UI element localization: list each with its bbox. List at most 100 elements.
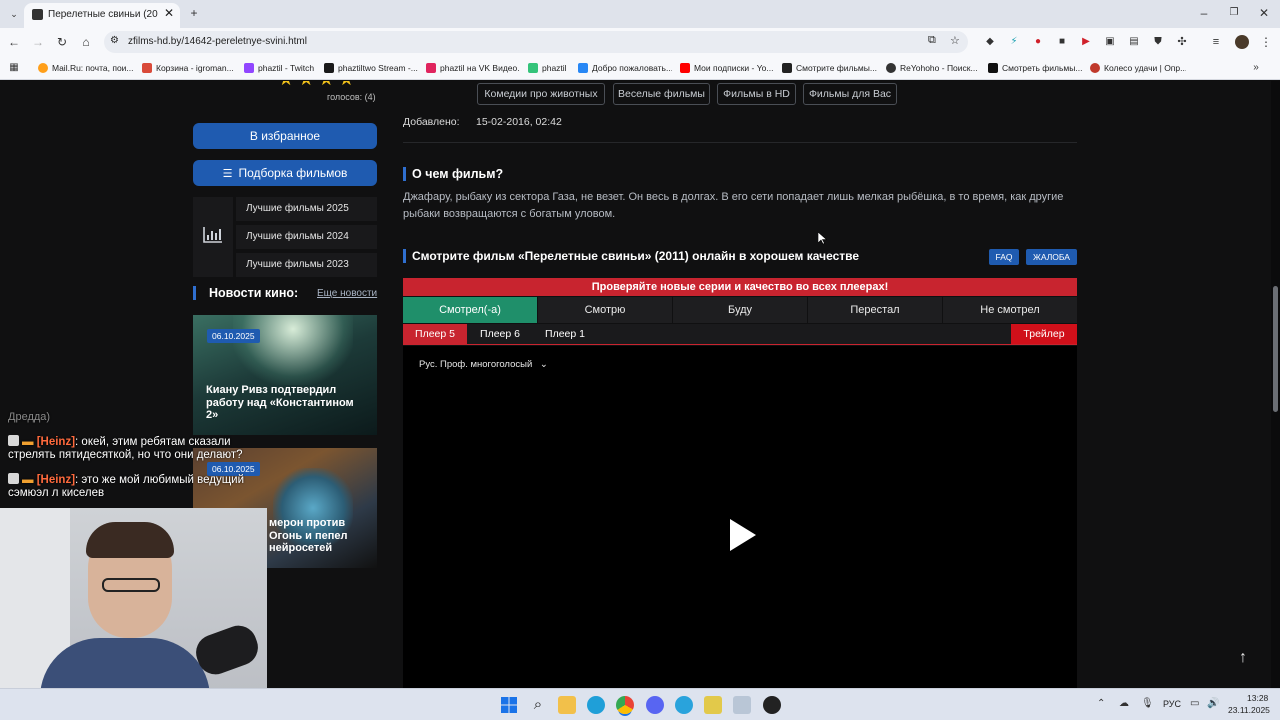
reload-icon[interactable]: ↻ — [54, 35, 70, 49]
tab-search-icon[interactable]: ⌄ — [6, 7, 22, 21]
news-card-1[interactable]: 06.10.2025 Киану Ривз подтвердил работу … — [193, 315, 377, 435]
bookmark-item[interactable]: Корзина - igroman... — [142, 61, 238, 75]
page-scrollbar[interactable] — [1271, 81, 1280, 688]
tray-volume-icon[interactable]: 🔊 — [1207, 698, 1219, 709]
rating-stars[interactable]: ★★★★ — [278, 81, 359, 90]
status-will-watch-tab[interactable]: Буду — [673, 297, 807, 323]
bookmark-star-icon[interactable]: ☆ — [950, 34, 960, 47]
extension-1-icon[interactable]: ◆ — [982, 35, 998, 49]
install-app-icon[interactable]: ⧉ — [928, 34, 936, 47]
app-window-icon[interactable] — [733, 696, 751, 714]
voiceover-select[interactable]: Рус. Проф. многоголосый ⌄ — [419, 359, 548, 370]
address-bar[interactable]: ⚙ zfilms-hd.by/14642-pereletnye-svini.ht… — [104, 31, 968, 53]
tray-network-icon[interactable]: ☁ — [1119, 698, 1129, 709]
tray-display-icon[interactable]: ▭ — [1190, 698, 1199, 709]
play-icon[interactable] — [730, 519, 756, 556]
best-films-2024-link[interactable]: Лучшие фильмы 2024 — [236, 225, 377, 249]
more-bookmarks-icon[interactable]: » — [1248, 61, 1264, 75]
chat-fragment: Дредда) — [8, 411, 51, 423]
extension-6-icon[interactable]: ▣ — [1102, 35, 1118, 49]
reading-list-icon[interactable]: ≡ — [1208, 35, 1224, 49]
bookmark-item[interactable]: phaztil на VK Видео... — [426, 61, 520, 75]
status-watching-tab[interactable]: Смотрю — [538, 297, 672, 323]
search-icon[interactable]: ⌕ — [529, 696, 547, 714]
faq-button[interactable]: FAQ — [989, 249, 1019, 265]
more-news-link[interactable]: Еще новости — [317, 288, 377, 299]
browser-tab[interactable]: Перелетные свиньи (2011) Сі ✕ — [24, 3, 180, 28]
back-icon[interactable]: ← — [6, 35, 22, 49]
trailer-tab[interactable]: Трейлер — [1011, 324, 1077, 344]
keepass-icon[interactable] — [704, 696, 722, 714]
edge-icon[interactable] — [587, 696, 605, 714]
tag-link[interactable]: Фильмы для Вас — [803, 83, 897, 105]
chrome-icon[interactable] — [616, 696, 634, 714]
voiceover-label: Рус. Проф. многоголосый — [419, 359, 533, 370]
language-indicator[interactable]: РУС — [1163, 699, 1181, 709]
bookmark-item[interactable]: phaztil - Twitch — [244, 61, 318, 75]
chat-username: [Heinz] — [36, 474, 76, 486]
status-not-watched-tab[interactable]: Не смотрел — [943, 297, 1077, 323]
tray-chevron-icon[interactable]: ⌃ — [1097, 698, 1105, 709]
scroll-to-top-icon[interactable]: ↑ — [1231, 649, 1255, 673]
minimize-icon[interactable]: – — [1196, 6, 1212, 20]
chrome-menu-icon[interactable]: ⋮ — [1258, 35, 1274, 49]
player-1-tab[interactable]: Плеер 1 — [533, 324, 597, 344]
apps-grid-icon[interactable]: ▦ — [6, 61, 22, 75]
tag-link[interactable]: Комедии про животных — [477, 83, 605, 105]
add-to-favorites-button[interactable]: В избранное — [193, 123, 377, 149]
scrollbar-thumb[interactable] — [1273, 286, 1278, 412]
film-collection-button[interactable]: ☰ Подборка фильмов — [193, 160, 377, 186]
bookmark-item[interactable]: Мои подписки - Yo... — [680, 61, 776, 75]
site-info-icon[interactable]: ⚙ — [110, 35, 119, 46]
vk-video-icon — [426, 63, 436, 73]
status-stopped-tab[interactable]: Перестал — [808, 297, 942, 323]
clock-date[interactable]: 23.11.2025 — [1228, 705, 1270, 715]
tray-mic-icon[interactable]: 🎙 — [1141, 698, 1154, 709]
clock-time[interactable]: 13:28 — [1247, 693, 1268, 703]
extension-4-icon[interactable]: ■ — [1054, 35, 1070, 49]
best-films-2023-link[interactable]: Лучшие фильмы 2023 — [236, 253, 377, 277]
player-6-tab[interactable]: Плеер 6 — [468, 324, 532, 344]
bookmark-item[interactable]: Смотреть фильмы... — [988, 61, 1082, 75]
shield-ext-icon[interactable]: ⛊ — [1150, 35, 1166, 49]
file-explorer-icon[interactable] — [558, 696, 576, 714]
news-title: Новости кино: — [193, 286, 298, 300]
webcam-glasses — [102, 578, 160, 592]
new-tab-icon[interactable]: + — [186, 6, 202, 20]
bookmark-item[interactable]: Mail.Ru: почта, пои... — [38, 61, 134, 75]
reyohoho-icon — [886, 63, 896, 73]
obs-icon[interactable] — [763, 696, 781, 714]
best-films-2025-link[interactable]: Лучшие фильмы 2025 — [236, 197, 377, 221]
bookmark-item[interactable]: ReYohoho - Поиск... — [886, 61, 982, 75]
youtube-ext-icon[interactable]: ▶ — [1078, 35, 1094, 49]
bookmark-item[interactable]: phaztil — [528, 61, 574, 75]
start-icon[interactable] — [500, 696, 518, 714]
extension-7-icon[interactable]: ▤ — [1126, 35, 1142, 49]
home-icon[interactable]: ⌂ — [78, 35, 94, 49]
bookmark-item[interactable]: Смотрите фильмы... — [782, 61, 878, 75]
best-films-block — [193, 197, 233, 277]
bookmark-item[interactable]: phaztiltwo Stream -... — [324, 61, 420, 75]
extension-2-icon[interactable]: ⚡ — [1006, 35, 1022, 49]
status-watched-tab[interactable]: Смотрел(-а) — [403, 297, 537, 323]
tag-link[interactable]: Фильмы в HD — [717, 83, 796, 105]
windows-taskbar: ⌕ ⌃ ☁ 🎙 РУС ▭ 🔊 13:28 23.11.2025 — [0, 688, 1280, 720]
close-window-icon[interactable]: ✕ — [1256, 6, 1272, 20]
restore-icon[interactable]: ❐ — [1226, 6, 1242, 20]
video-player[interactable]: Рус. Проф. многоголосый ⌄ — [403, 346, 1077, 688]
tv-badge-icon: ▬ — [22, 436, 37, 448]
complaint-button[interactable]: ЖАЛОБА — [1026, 249, 1077, 265]
extension-3-icon[interactable]: ● — [1030, 35, 1046, 49]
profile-avatar[interactable] — [1235, 35, 1249, 49]
telegram-icon[interactable] — [675, 696, 693, 714]
player-5-tab[interactable]: Плеер 5 — [403, 324, 467, 344]
bookmark-item[interactable]: Добро пожаловать... — [578, 61, 672, 75]
discord-icon[interactable] — [646, 696, 664, 714]
bookmark-item[interactable]: Колесо удачи | Опр... — [1090, 61, 1186, 75]
film-collection-label: Подборка фильмов — [238, 166, 348, 180]
tab-close-icon[interactable]: ✕ — [164, 6, 174, 20]
about-text: Джафару, рыбаку из сектора Газа, не везе… — [403, 191, 1064, 220]
tag-link[interactable]: Веселые фильмы — [613, 83, 710, 105]
forward-icon[interactable]: → — [30, 35, 46, 49]
extensions-puzzle-icon[interactable]: ✣ — [1174, 35, 1190, 49]
